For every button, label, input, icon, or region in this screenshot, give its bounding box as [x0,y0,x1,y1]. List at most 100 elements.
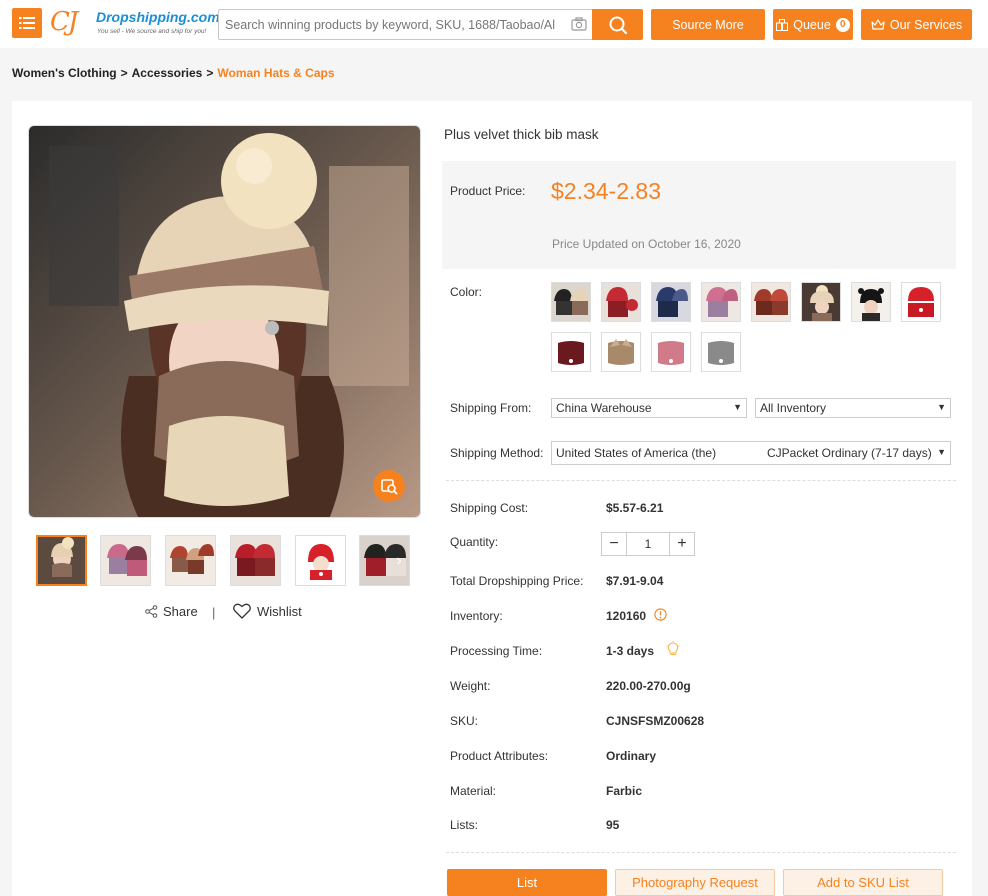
price-label: Product Price: [450,184,526,198]
queue-button[interactable]: Queue 0 [773,9,853,40]
share-button[interactable]: Share [145,604,198,619]
total-price-label: Total Dropshipping Price: [450,574,584,588]
shipping-from-label: Shipping From: [450,401,532,415]
inventory-filter-value: All Inventory [760,401,827,415]
camera-icon[interactable] [571,17,587,31]
dropdown-arrow-icon: ▼ [733,402,742,412]
quantity-stepper: − + [601,532,695,556]
processing-time-value: 1-3 days [606,644,655,658]
product-attributes-value: Ordinary [606,749,657,763]
shipping-country: United States of America (the) [556,446,717,460]
source-more-button[interactable]: Source More [651,9,765,40]
search-box [218,9,592,40]
our-services-button[interactable]: Our Services [861,9,972,40]
info-icon[interactable] [654,608,667,621]
total-price-value: $7.91-9.04 [606,574,664,588]
inventory-filter-select[interactable]: All Inventory ▼ [755,398,951,418]
color-swatch-1[interactable] [551,282,591,322]
shipping-method-label: Shipping Method: [450,446,544,460]
breadcrumb-item-womens-clothing[interactable]: Women's Clothing [12,66,117,80]
our-services-label: Our Services [889,17,963,32]
lists-label: Lists: [450,818,479,832]
inventory-value: 120160 [606,609,647,623]
quantity-increase-button[interactable]: + [670,533,694,555]
color-swatch-8[interactable] [901,282,941,322]
site-logo[interactable]: CJ Dropshipping.com You sell - We source… [50,6,220,40]
color-swatch-3[interactable] [651,282,691,322]
wishlist-label: Wishlist [257,603,302,619]
photography-request-label: Photography Request [632,875,758,890]
color-swatch-4[interactable] [701,282,741,322]
dropdown-arrow-icon: ▼ [937,447,946,457]
sku-value: CJNSFSMZ00628 [606,714,705,728]
color-swatch-6[interactable] [801,282,841,322]
thumbnail-1[interactable] [36,535,87,586]
search-button[interactable] [592,9,643,40]
main-product-image[interactable] [28,125,421,518]
color-swatch-11[interactable] [651,332,691,372]
product-title: Plus velvet thick bib mask [444,127,599,142]
source-more-label: Source More [672,17,744,32]
shipping-from-select[interactable]: China Warehouse ▼ [551,398,747,418]
quantity-decrease-button[interactable]: − [602,533,626,555]
list-button-label: List [516,875,538,890]
quantity-input[interactable] [626,533,670,555]
lightbulb-icon[interactable] [666,641,680,657]
search-input[interactable] [225,15,555,35]
color-swatch-5[interactable] [751,282,791,322]
breadcrumb-separator: > [120,66,128,80]
shipping-cost-label: Shipping Cost: [450,501,529,515]
share-icon [145,605,158,618]
weight-value: 220.00-270.00g [606,679,691,693]
share-divider: | [212,605,216,620]
product-price: $2.34-2.83 [551,178,661,204]
price-box [442,161,956,269]
breadcrumb: Women's Clothing > Accessories > Woman Hats … [12,66,335,80]
material-label: Material: [450,784,497,798]
price-updated-text: Price Updated on October 16, 2020 [552,237,741,251]
product-attributes-label: Product Attributes: [450,749,549,763]
queue-icon [776,18,789,31]
shipping-method-select[interactable]: United States of America (the) CJPacket … [551,441,951,465]
wishlist-button[interactable]: Wishlist [233,603,302,619]
menu-icon [19,17,35,29]
breadcrumb-current[interactable]: Woman Hats & Caps [217,66,334,80]
color-swatch-7[interactable] [851,282,891,322]
color-swatch-2[interactable] [601,282,641,322]
add-to-sku-list-label: Add to SKU List [817,875,909,890]
color-label: Color: [450,285,483,299]
processing-time-label: Processing Time: [450,644,543,658]
divider [446,480,956,481]
queue-label: Queue [793,17,831,32]
breadcrumb-item-accessories[interactable]: Accessories [132,66,203,80]
thumbnail-5[interactable] [295,535,346,586]
list-button[interactable]: List [447,869,607,896]
image-search-button[interactable] [373,470,405,502]
photography-request-button[interactable]: Photography Request [615,869,775,896]
menu-button[interactable] [12,8,42,38]
breadcrumb-separator: > [206,66,214,80]
inventory-label: Inventory: [450,609,503,623]
queue-count-badge: 0 [835,17,850,32]
material-value: Farbic [606,784,643,798]
shipping-from-value: China Warehouse [556,401,652,415]
add-to-sku-list-button[interactable]: Add to SKU List [783,869,943,896]
thumbnail-2[interactable] [100,535,151,586]
share-label: Share [163,604,198,619]
heart-icon [233,603,251,619]
thumbnail-3[interactable] [165,535,216,586]
weight-label: Weight: [450,679,491,693]
thumbnail-4[interactable] [230,535,281,586]
logo-name: Dropshipping.com [96,9,220,25]
shipping-cost-value: $5.57-6.21 [606,501,664,515]
logo-mark: CJ [50,7,78,37]
lists-value: 95 [606,818,620,832]
divider [446,852,956,853]
crown-icon [871,18,885,30]
color-swatch-9[interactable] [551,332,591,372]
thumbnail-next-icon[interactable]: › [390,552,408,570]
logo-tagline: You sell - We source and ship for you! [97,28,207,35]
color-swatch-12[interactable] [701,332,741,372]
shipping-method-value: CJPacket Ordinary (7-17 days) [767,446,932,460]
color-swatch-10[interactable] [601,332,641,372]
